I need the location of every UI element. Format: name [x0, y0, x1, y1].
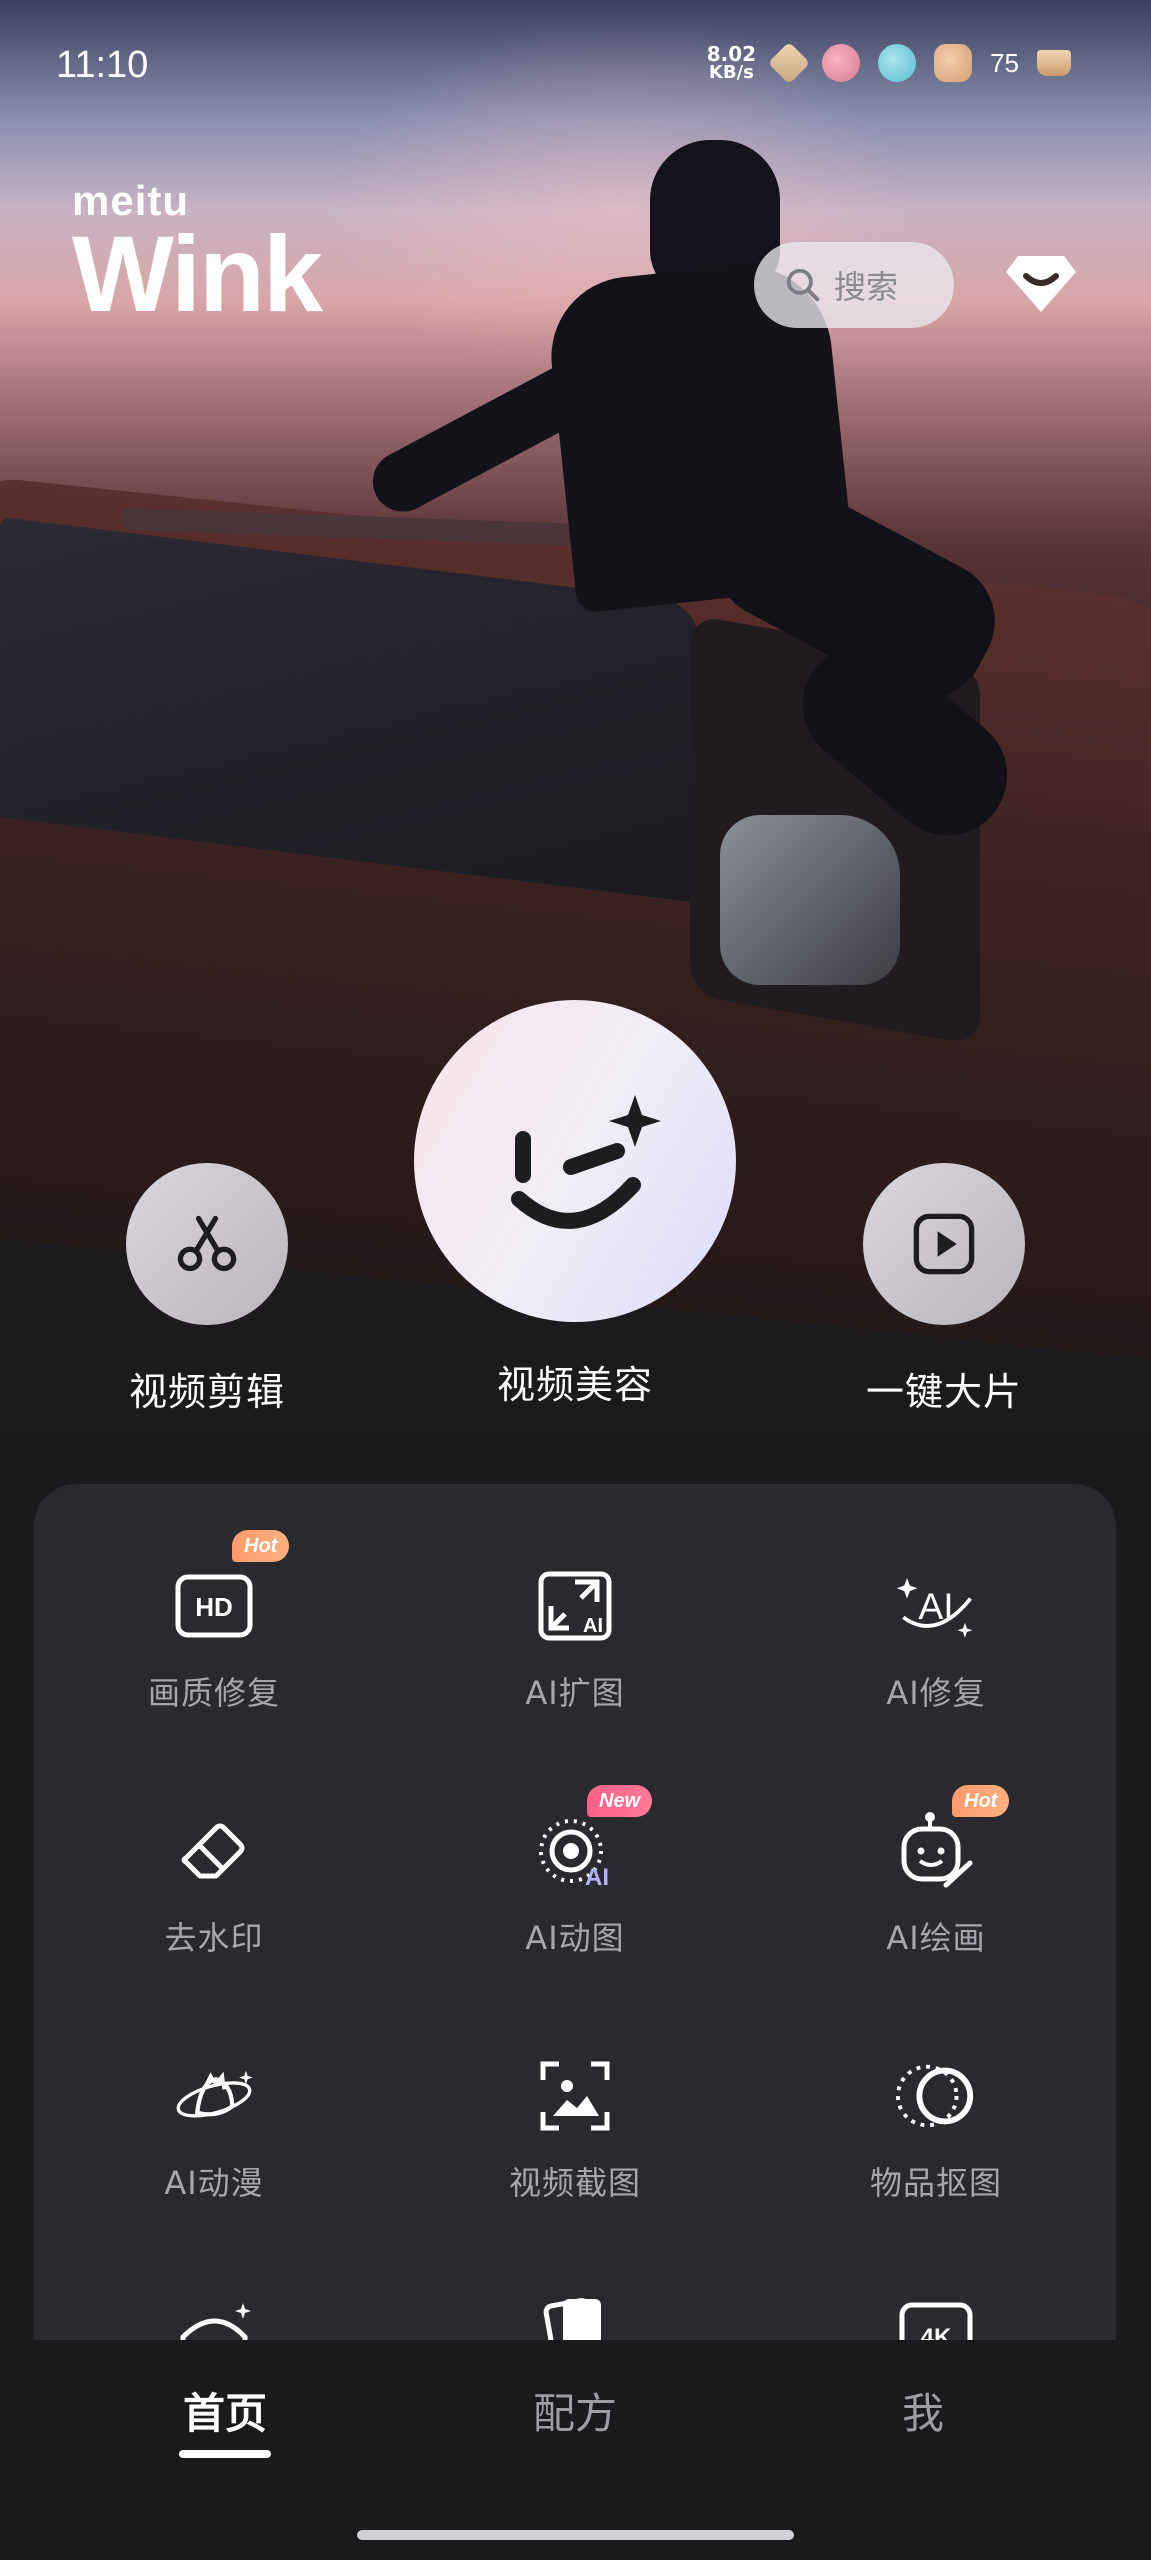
video-edit-circle[interactable]: [126, 1163, 288, 1325]
network-speed: 8.02 KB/s: [706, 42, 757, 83]
video-beauty-label: 视频美容: [496, 1363, 653, 1407]
tool-remove-watermark[interactable]: 去水印: [64, 1809, 364, 1959]
logo-brand-big: Wink: [72, 213, 323, 334]
nav-home[interactable]: 首页: [125, 2380, 325, 2441]
wifi-icon: [878, 44, 917, 82]
hot-badge: Hot: [232, 1530, 290, 1562]
tool-label: AI修复: [886, 1674, 986, 1712]
video-edit-label: 视频剪辑: [128, 1370, 285, 1414]
tools-panel: HD Hot 画质修复 AI AI扩图 AI AI修复 去水印 AI New A…: [34, 1484, 1116, 2340]
tool-label: 视频截图: [508, 2164, 641, 2202]
tool-label: AI扩图: [525, 1674, 625, 1712]
tool-partial-row4-2[interactable]: [425, 2289, 725, 2340]
notification-icon: [767, 41, 811, 85]
tool-object-cutout[interactable]: 物品抠图: [786, 2054, 1086, 2204]
tool-partial-row4-3[interactable]: 4K: [786, 2299, 1086, 2340]
svg-text:AI: AI: [585, 1864, 609, 1891]
ai-motion-icon: AI: [539, 1819, 609, 1891]
tool-ai-repair[interactable]: AI AI修复: [786, 1564, 1086, 1714]
ai-expand-icon: AI: [538, 1571, 612, 1641]
play-icon: [913, 1213, 975, 1275]
4k-icon: 4K: [899, 2302, 973, 2340]
tool-label: AI动图: [525, 1919, 625, 1957]
tool-ai-expand[interactable]: AI AI扩图: [425, 1564, 725, 1714]
eraser-icon: [181, 1823, 245, 1879]
one-click-blockbuster-circle[interactable]: [863, 1163, 1025, 1325]
tool-ai-anime[interactable]: AI动漫: [64, 2054, 364, 2204]
battery-level: 75: [990, 47, 1019, 78]
ai-photo-icon: [180, 2303, 251, 2340]
object-cutout-icon: [895, 2064, 974, 2128]
tool-ai-motion[interactable]: AI New AI动图: [425, 1785, 725, 1959]
tool-label: 去水印: [164, 1919, 264, 1957]
nav-active-indicator: [179, 2450, 271, 2458]
tool-ai-painting[interactable]: Hot AI绘画: [786, 1785, 1086, 1959]
video-beauty-button[interactable]: 视频美容: [414, 1000, 736, 1409]
svg-text:AI: AI: [583, 1615, 603, 1637]
one-click-blockbuster-button[interactable]: 一键大片: [863, 1163, 1025, 1416]
signal-icon: [934, 44, 973, 82]
tool-label: 物品抠图: [869, 2164, 1002, 2202]
tool-quality-repair[interactable]: HD Hot 画质修复: [64, 1530, 364, 1714]
tool-label: AI绘画: [886, 1919, 986, 1957]
search-placeholder: 搜索: [834, 268, 899, 306]
app-logo: meitu Wink: [72, 180, 323, 334]
tool-label: 画质修复: [147, 1674, 280, 1712]
status-icons: 8.02 KB/s 75: [706, 41, 1071, 85]
status-time: 11:10: [56, 44, 149, 86]
battery-icon: [1037, 50, 1071, 76]
svg-text:4K: 4K: [921, 2324, 952, 2340]
video-beauty-circle[interactable]: [414, 1000, 736, 1322]
video-edit-button[interactable]: 视频剪辑: [126, 1163, 288, 1416]
nav-me[interactable]: 我: [823, 2380, 1023, 2441]
ai-repair-icon: AI: [896, 1578, 973, 1638]
ai-painting-icon: [901, 1812, 973, 1888]
wink-face-icon: [511, 1095, 661, 1229]
photo-cards-icon: [543, 2298, 601, 2340]
scissors-icon: [177, 1215, 237, 1272]
vip-diamond-icon[interactable]: [1004, 252, 1078, 316]
search-icon: [786, 268, 820, 302]
hot-badge: Hot: [952, 1785, 1010, 1817]
new-badge: New: [587, 1785, 653, 1817]
bottom-navigation: 首页 配方 我: [0, 2340, 1151, 2560]
tool-video-screenshot[interactable]: 视频截图: [425, 2054, 725, 2204]
one-click-blockbuster-label: 一键大片: [865, 1370, 1022, 1414]
hd-icon: HD: [175, 1574, 253, 1638]
video-screenshot-icon: [540, 2061, 610, 2131]
status-bar: 11:10 8.02 KB/s 75: [0, 0, 1151, 135]
nav-recipes[interactable]: 配方: [475, 2380, 675, 2441]
svg-text:HD: HD: [195, 1592, 233, 1622]
search-bar[interactable]: 搜索: [754, 242, 954, 328]
tool-label: AI动漫: [164, 2164, 264, 2202]
home-indicator[interactable]: [357, 2530, 794, 2540]
tool-partial-row4-1[interactable]: [64, 2299, 364, 2340]
app-notification-icon: [822, 44, 861, 82]
ai-anime-icon: [176, 2070, 253, 2118]
